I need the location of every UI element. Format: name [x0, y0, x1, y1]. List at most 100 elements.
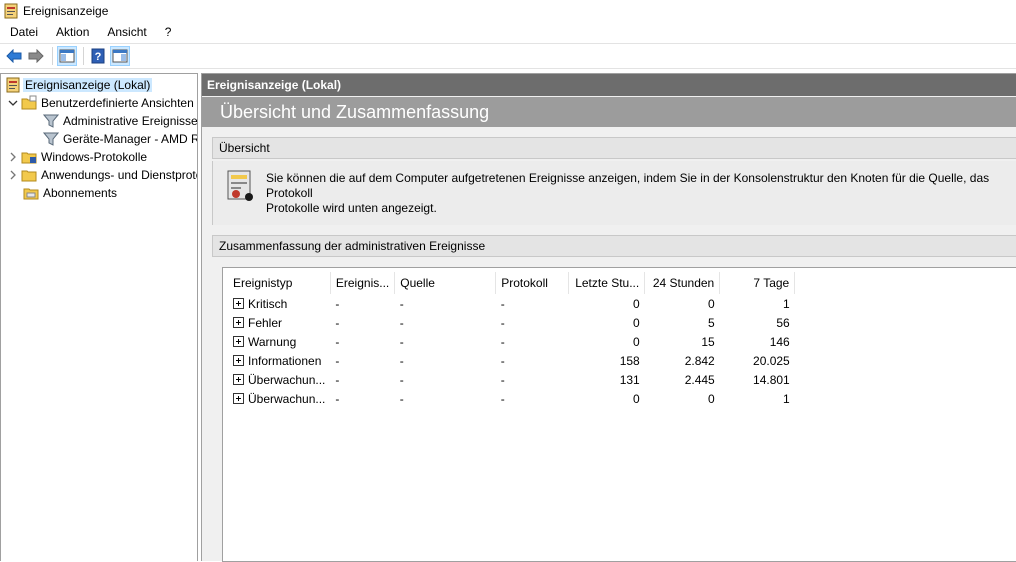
event-log-icon	[227, 170, 253, 201]
menu-ansicht[interactable]: Ansicht	[98, 25, 155, 39]
tree-item-label: Administrative Ereignisse	[63, 114, 198, 128]
cell: -	[500, 334, 505, 349]
cell: 1	[783, 296, 790, 311]
menu-bar: Datei Aktion Ansicht ?	[0, 21, 1016, 42]
table-row[interactable]: Überwachun... - - - 0 0 1	[228, 389, 795, 408]
cell-event-type: Warnung	[248, 334, 297, 349]
overview-text: Sie können die auf dem Computer aufgetre…	[266, 171, 990, 215]
cell: -	[399, 315, 404, 330]
summary-table-container: Ereignistyp Ereignis... Quelle Protokoll…	[222, 267, 1016, 562]
chevron-right-icon[interactable]	[7, 169, 19, 181]
show-hide-tree-button[interactable]	[57, 46, 77, 66]
back-button[interactable]	[4, 46, 24, 66]
table-row[interactable]: Überwachun... - - - 131 2.445 14.801	[228, 370, 795, 389]
column-header-7-days[interactable]: 7 Tage	[719, 272, 796, 294]
event-viewer-app-icon	[4, 3, 18, 18]
chevron-right-icon[interactable]	[7, 151, 19, 163]
cell: -	[335, 296, 340, 311]
forward-button[interactable]	[26, 46, 46, 66]
cell: 2.842	[684, 353, 715, 368]
summary-header-label: Zusammenfassung der administrativen Erei…	[219, 239, 486, 253]
cell: -	[399, 353, 404, 368]
cell: 20.025	[753, 353, 790, 368]
overview-body: Sie können die auf dem Computer aufgetre…	[212, 161, 1016, 225]
expand-plus-icon[interactable]	[233, 354, 244, 366]
expand-plus-icon[interactable]	[233, 316, 244, 328]
expand-plus-icon[interactable]	[233, 297, 244, 309]
window-title: Ereignisanzeige	[23, 3, 109, 18]
menu-datei[interactable]: Datei	[0, 25, 47, 39]
tree-item-label: Ereignisanzeige (Lokal)	[23, 78, 153, 92]
cell: 2.445	[684, 372, 715, 387]
tree-item-label: Benutzerdefinierte Ansichten	[41, 96, 194, 110]
cell-event-type: Informationen	[248, 353, 322, 368]
show-action-pane-button[interactable]	[110, 46, 130, 66]
cell: -	[335, 334, 340, 349]
cell: 56	[776, 315, 790, 330]
cell: 146	[769, 334, 790, 349]
menu-aktion[interactable]: Aktion	[47, 25, 98, 39]
help-button[interactable]: ?	[88, 46, 108, 66]
show-hide-tree-icon	[59, 49, 75, 63]
expand-plus-icon[interactable]	[233, 335, 244, 347]
column-header-source[interactable]: Quelle	[394, 272, 497, 294]
back-arrow-icon	[6, 49, 22, 63]
forward-arrow-icon	[28, 49, 44, 63]
expand-plus-icon[interactable]	[233, 392, 244, 404]
filter-icon	[43, 132, 59, 146]
tree-item-label: Anwendungs- und Dienstprotokolle	[41, 168, 197, 182]
event-viewer-icon	[6, 77, 20, 93]
cell: -	[399, 391, 404, 406]
tree-item-root[interactable]: Ereignisanzeige (Lokal)	[5, 76, 153, 94]
cell: -	[500, 391, 505, 406]
chevron-down-icon[interactable]	[7, 97, 19, 109]
toolbar-separator	[83, 47, 84, 65]
tree-item-admin-events[interactable]: Administrative Ereignisse	[43, 112, 198, 130]
main-pane: Ereignisanzeige (Lokal) Übersicht und Zu…	[201, 73, 1016, 562]
cell: 0	[633, 296, 640, 311]
cell: 0	[708, 296, 715, 311]
tree-item-custom-views[interactable]: Benutzerdefinierte Ansichten	[7, 94, 194, 112]
cell-event-type: Kritisch	[248, 296, 288, 311]
column-header-event-id[interactable]: Ereignis...	[330, 272, 396, 294]
column-header-event-type[interactable]: Ereignistyp	[228, 272, 331, 294]
expand-plus-icon[interactable]	[233, 373, 244, 385]
cell: -	[399, 334, 404, 349]
column-header-log[interactable]: Protokoll	[495, 272, 570, 294]
cell: -	[500, 353, 505, 368]
table-row[interactable]: Kritisch - - - 0 0 1	[228, 294, 795, 313]
cell-event-type: Fehler	[248, 315, 283, 330]
cell-event-type: Überwachun...	[248, 391, 326, 406]
section-title: Übersicht und Zusammenfassung	[202, 97, 1016, 127]
table-row[interactable]: Warnung - - - 0 15 146	[228, 332, 795, 351]
cell: 131	[619, 372, 640, 387]
cell: 15	[701, 334, 715, 349]
menu-help[interactable]: ?	[156, 25, 181, 39]
cell: -	[500, 315, 505, 330]
tree-item-subscriptions[interactable]: Abonnements	[23, 184, 117, 202]
tree-item-label: Windows-Protokolle	[41, 150, 148, 164]
folder-icon	[21, 152, 37, 164]
cell: -	[500, 372, 505, 387]
cell: 0	[633, 315, 640, 330]
table-header-row: Ereignistyp Ereignis... Quelle Protokoll…	[228, 272, 796, 294]
toolbar-separator	[52, 47, 53, 65]
tree-item-app-service-logs[interactable]: Anwendungs- und Dienstprotokolle	[7, 166, 197, 184]
pane-header: Ereignisanzeige (Lokal)	[202, 74, 1016, 96]
cell: -	[500, 296, 505, 311]
tree-item-label: Abonnements	[43, 186, 118, 200]
title-bar: Ereignisanzeige	[0, 0, 1016, 21]
column-header-last-hour[interactable]: Letzte Stu...	[568, 272, 646, 294]
cell: -	[335, 353, 340, 368]
overview-header[interactable]: Übersicht	[212, 137, 1016, 159]
folder-icon	[21, 95, 37, 110]
tree-item-windows-logs[interactable]: Windows-Protokolle	[7, 148, 147, 166]
tree-item-device-manager[interactable]: Geräte-Manager - AMD R	[43, 130, 197, 148]
column-header-24-hours[interactable]: 24 Stunden	[644, 272, 721, 294]
table-row[interactable]: Informationen - - - 158 2.842 20.025	[228, 351, 795, 370]
table-row[interactable]: Fehler - - - 0 5 56	[228, 313, 795, 332]
summary-header[interactable]: Zusammenfassung der administrativen Erei…	[212, 235, 1016, 257]
help-icon: ?	[91, 48, 105, 64]
filter-icon	[43, 114, 59, 128]
overview-header-label: Übersicht	[219, 141, 270, 155]
